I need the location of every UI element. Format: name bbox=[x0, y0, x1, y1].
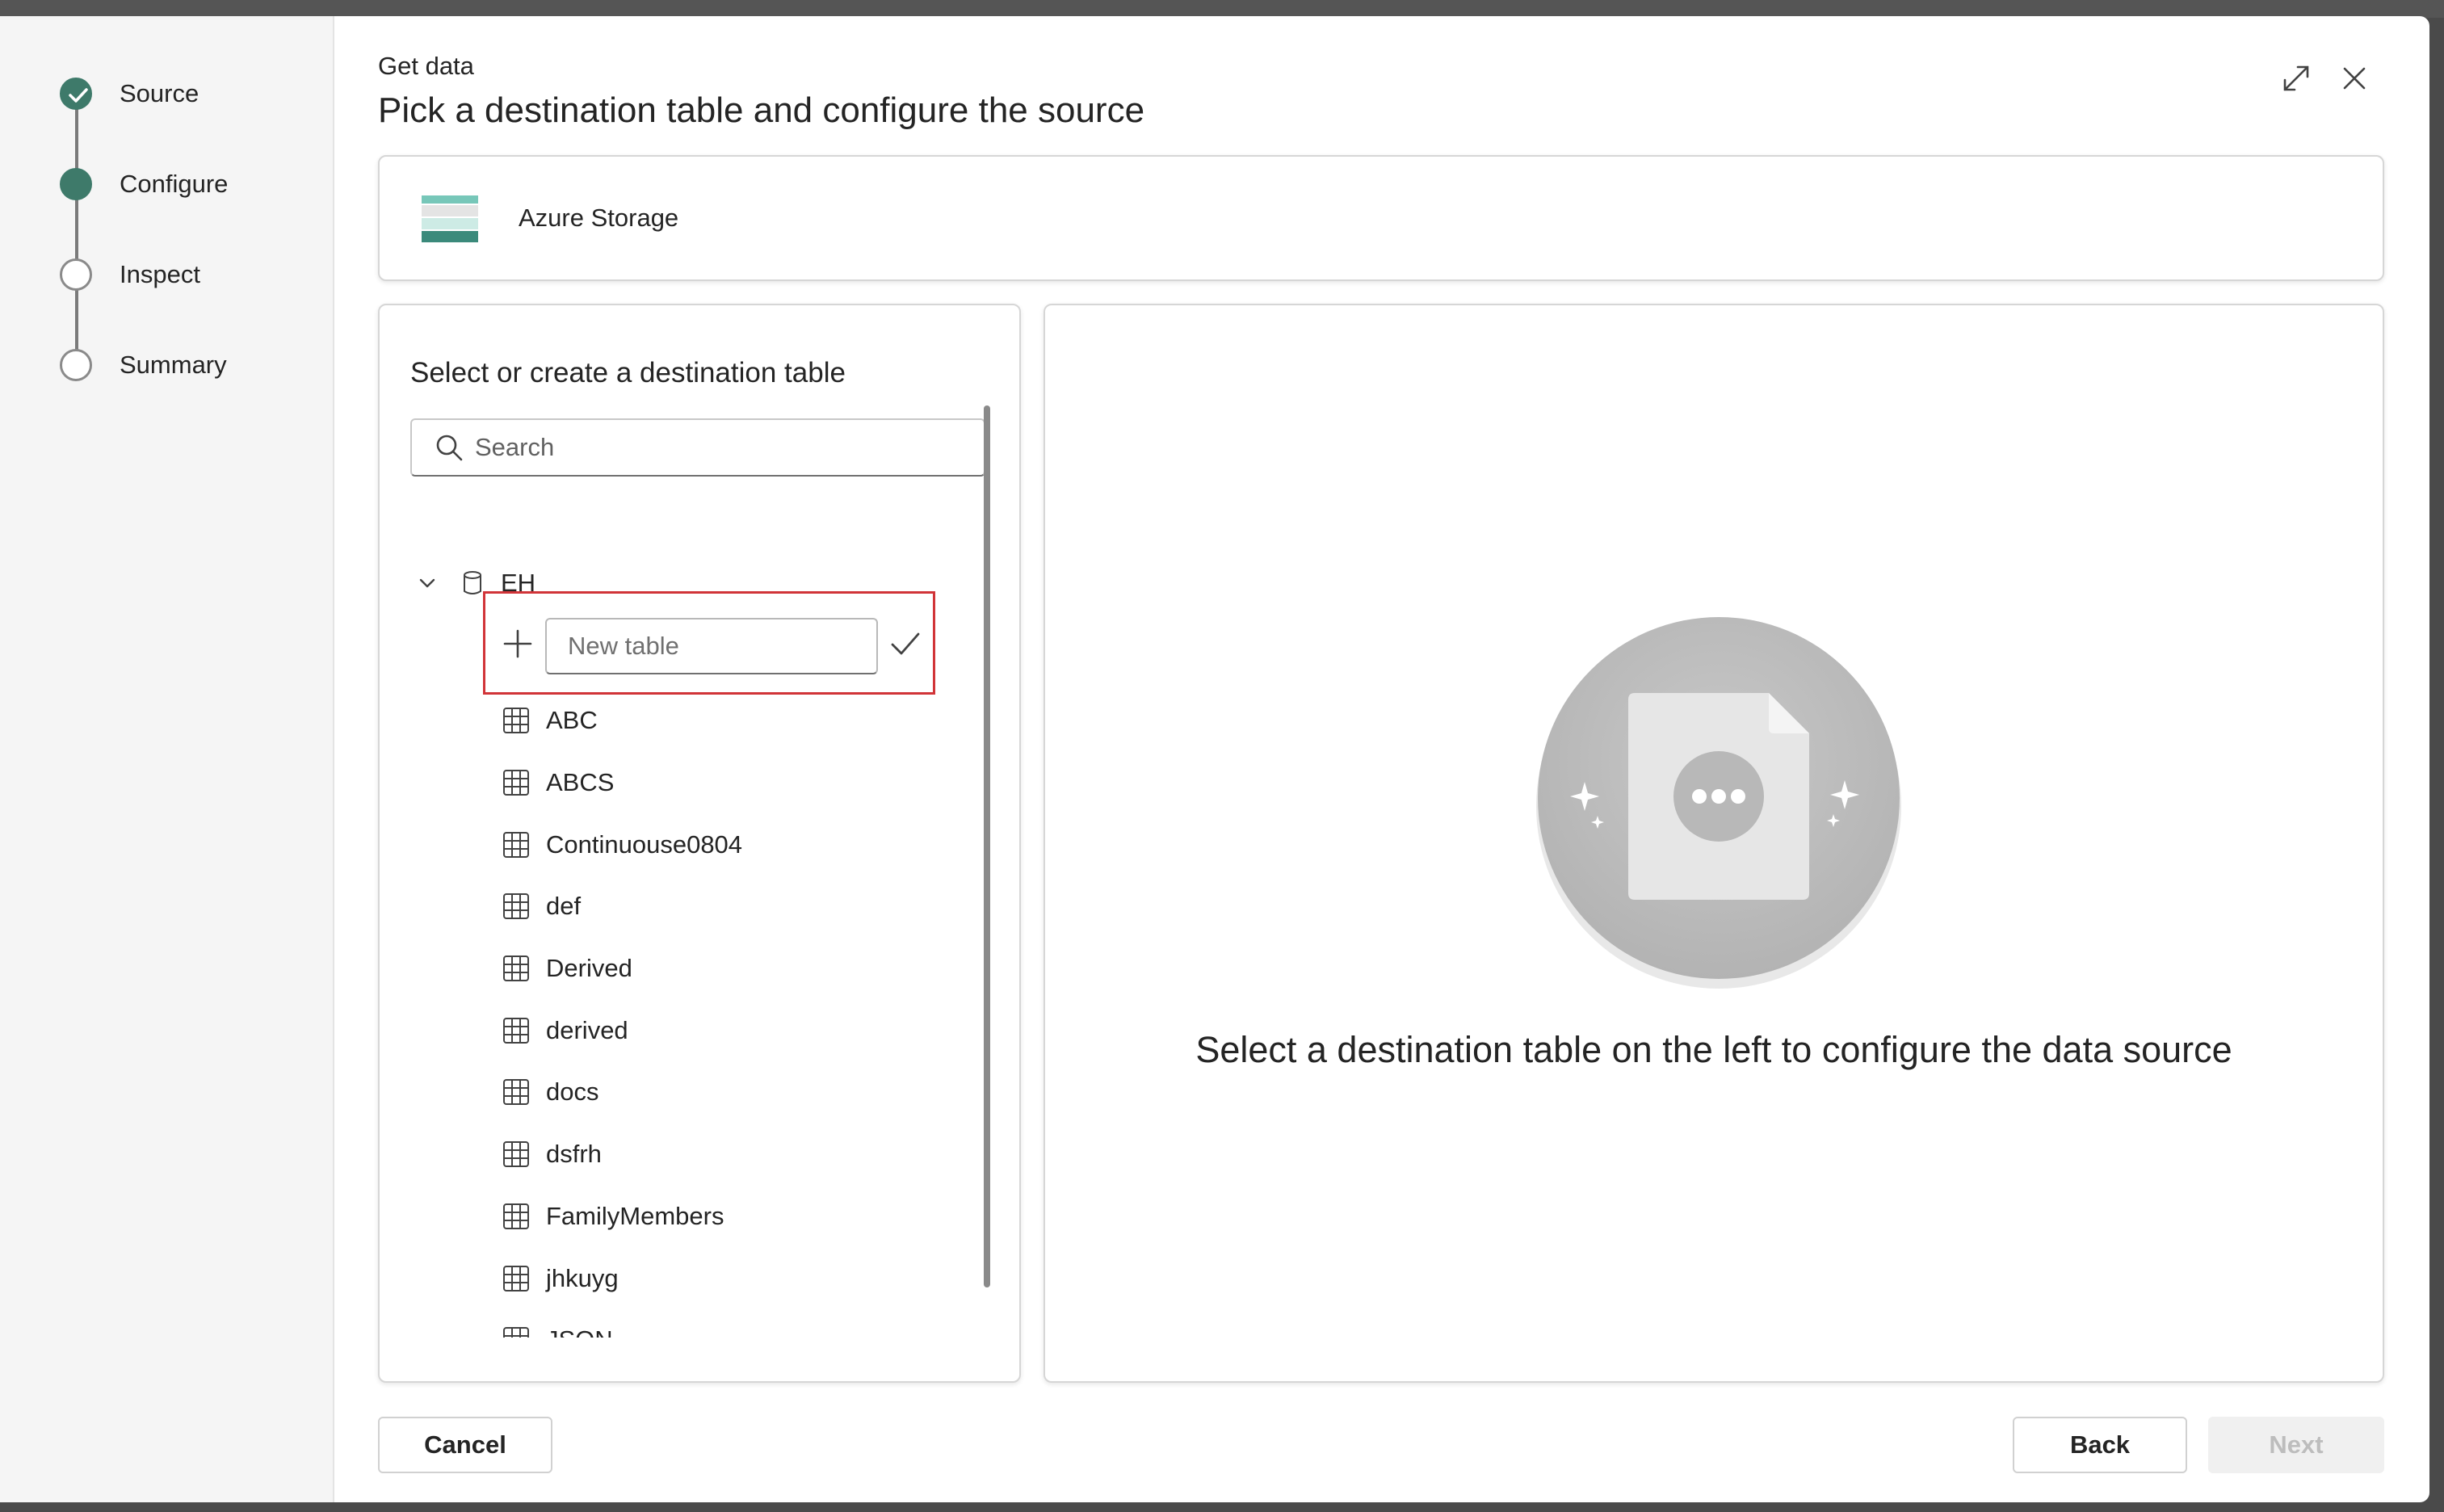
step-configure: Configure bbox=[60, 168, 228, 200]
stepper-line bbox=[75, 94, 78, 380]
table-item[interactable]: JSON bbox=[502, 1309, 742, 1338]
table-list: ABC ABCS Continuouse0804 def Derived derived d… bbox=[502, 690, 742, 1338]
table-name: jhkuyg bbox=[546, 1263, 619, 1292]
search-input[interactable]: Search bbox=[410, 418, 985, 477]
step-complete-icon bbox=[60, 78, 92, 110]
get-data-dialog: Source Configure Inspect Summary Get dat… bbox=[0, 16, 2429, 1502]
step-source: Source bbox=[60, 78, 199, 110]
table-item[interactable]: derived bbox=[502, 999, 742, 1061]
back-button[interactable]: Back bbox=[2013, 1417, 2187, 1473]
source-card: Azure Storage bbox=[378, 155, 2384, 281]
table-item[interactable]: ABC bbox=[502, 690, 742, 752]
empty-state-illustration bbox=[1536, 617, 1901, 989]
step-current-icon bbox=[60, 168, 92, 200]
search-placeholder: Search bbox=[475, 433, 555, 461]
close-icon bbox=[2343, 67, 2366, 90]
table-name: JSON bbox=[546, 1325, 613, 1338]
table-item[interactable]: Derived bbox=[502, 938, 742, 1000]
new-table-row: New table bbox=[483, 591, 935, 695]
table-icon bbox=[503, 1327, 529, 1338]
step-label: Source bbox=[120, 79, 199, 107]
plus-icon[interactable] bbox=[500, 626, 535, 662]
step-pending-icon bbox=[60, 258, 92, 291]
source-name: Azure Storage bbox=[519, 204, 679, 232]
cancel-button[interactable]: Cancel bbox=[378, 1417, 552, 1473]
table-tree: EH New table ABC ABCS Continuouse0804 def De… bbox=[380, 491, 977, 1338]
table-name: docs bbox=[546, 1077, 599, 1107]
empty-state-message: Select a destination table on the left t… bbox=[1195, 1029, 2232, 1070]
wizard-stepper: Source Configure Inspect Summary bbox=[0, 16, 334, 1502]
new-table-input[interactable]: New table bbox=[545, 618, 878, 674]
expand-icon bbox=[2283, 65, 2309, 91]
table-icon bbox=[503, 1203, 529, 1229]
table-name: Continuouse0804 bbox=[546, 830, 743, 859]
table-name: FamilyMembers bbox=[546, 1201, 724, 1230]
table-icon bbox=[503, 1079, 529, 1106]
table-icon bbox=[503, 956, 529, 982]
confirm-check-icon[interactable] bbox=[888, 626, 923, 662]
table-name: ABCS bbox=[546, 768, 615, 797]
close-button[interactable] bbox=[2334, 58, 2375, 99]
step-label: Summary bbox=[120, 351, 227, 379]
destination-panel-title: Select or create a destination table bbox=[410, 357, 846, 388]
table-name: Derived bbox=[546, 954, 632, 983]
table-icon bbox=[503, 1141, 529, 1168]
table-icon bbox=[503, 893, 529, 920]
table-item[interactable]: jhkuyg bbox=[502, 1247, 742, 1309]
database-icon bbox=[464, 571, 481, 594]
azure-storage-icon bbox=[422, 195, 478, 242]
new-table-placeholder: New table bbox=[568, 632, 679, 660]
expand-button[interactable] bbox=[2276, 58, 2316, 99]
dialog-subtitle: Get data bbox=[378, 52, 474, 80]
table-name: def bbox=[546, 892, 582, 921]
step-summary: Summary bbox=[60, 349, 227, 381]
table-item[interactable]: dsfrh bbox=[502, 1124, 742, 1186]
step-pending-icon bbox=[60, 349, 92, 381]
table-item[interactable]: docs bbox=[502, 1061, 742, 1124]
step-inspect: Inspect bbox=[60, 258, 200, 291]
destination-table-panel: Select or create a destination table Sea… bbox=[378, 304, 1021, 1383]
table-name: ABC bbox=[546, 706, 598, 735]
configure-panel: Select a destination table on the left t… bbox=[1044, 304, 2384, 1383]
step-label: Configure bbox=[120, 170, 229, 198]
table-item[interactable]: FamilyMembers bbox=[502, 1186, 742, 1248]
table-name: dsfrh bbox=[546, 1140, 602, 1169]
table-item[interactable]: ABCS bbox=[502, 752, 742, 814]
step-label: Inspect bbox=[120, 260, 200, 288]
table-icon bbox=[503, 708, 529, 734]
search-icon bbox=[436, 435, 463, 461]
dialog-title: Pick a destination table and configure t… bbox=[378, 90, 1145, 130]
table-icon bbox=[503, 1265, 529, 1292]
table-name: derived bbox=[546, 1015, 628, 1044]
table-item[interactable]: def bbox=[502, 876, 742, 938]
table-item[interactable]: Continuouse0804 bbox=[502, 813, 742, 876]
backdrop bbox=[0, 0, 2444, 18]
table-icon bbox=[503, 1017, 529, 1044]
table-icon bbox=[503, 831, 529, 858]
next-button[interactable]: Next bbox=[2208, 1417, 2384, 1473]
chevron-down-icon[interactable] bbox=[417, 573, 438, 594]
scrollbar[interactable] bbox=[984, 405, 990, 1287]
table-icon bbox=[503, 770, 529, 796]
